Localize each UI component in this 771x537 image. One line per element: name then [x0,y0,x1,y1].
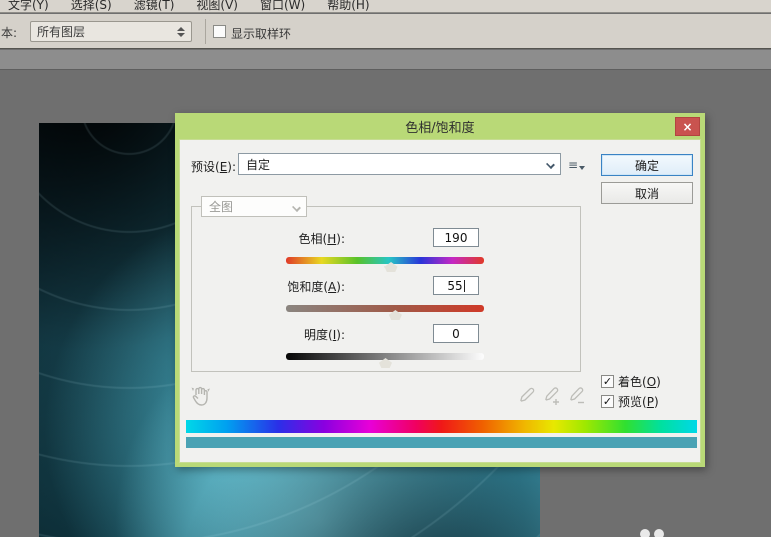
channel-groupbox [191,206,581,372]
dot-icon [640,529,650,537]
preset-value: 自定 [246,156,270,173]
menu-item-filter[interactable]: 滤镜(T) [134,0,175,13]
sampling-ring-label: 显示取样环 [231,25,291,42]
menu-item-help[interactable]: 帮助(H) [327,0,369,13]
preview-label: 预览(P) [618,393,659,410]
saturation-slider[interactable] [286,305,484,312]
menu-item-type[interactable]: 文字(Y) [8,0,49,13]
hue-slider[interactable] [286,257,484,264]
preset-list-icon: ≡ [568,158,578,172]
preset-dropdown[interactable]: 自定 [238,153,561,175]
hue-value-input[interactable]: 190 [433,228,479,247]
menu-bar: 文字(Y) 选择(S) 滤镜(T) 视图(V) 窗口(W) 帮助(H) [0,0,771,13]
lightness-label: 明度(I): [275,326,345,343]
menu-item-select[interactable]: 选择(S) [71,0,112,13]
close-icon: × [682,120,692,134]
channel-value: 全图 [209,198,233,215]
colorize-checkbox[interactable]: ✓ [601,375,614,388]
saturation-value-input[interactable]: 55 [433,276,479,295]
preview-row: ✓ 预览(P) [601,393,659,410]
lightness-slider-thumb[interactable] [379,358,392,368]
chevron-down-icon [546,160,555,169]
ok-button[interactable]: 确定 [601,154,693,176]
menu-item-view[interactable]: 视图(V) [196,0,238,13]
close-button[interactable]: × [675,117,700,136]
eyedropper-plus-icon [541,387,561,406]
saturation-label: 饱和度(A): [260,278,345,295]
dots-indicator [640,529,664,537]
sample-layers-dropdown[interactable]: 所有图层 [30,21,192,42]
toolbar-divider [205,19,206,44]
sampling-ring-checkbox[interactable] [213,25,226,38]
preview-checkbox[interactable]: ✓ [601,395,614,408]
dialog-titlebar[interactable]: 色相/饱和度 [175,113,705,139]
chevron-down-icon [292,203,301,212]
result-color-bar [186,437,697,448]
source-spectrum-bar [186,420,697,433]
hue-slider-thumb[interactable] [385,262,398,272]
sample-label: 本: [1,24,17,41]
eyedropper-minus-icon [566,387,586,406]
hue-saturation-dialog: 色相/饱和度 × 预设(E): 自定 ≡ 确定 取消 全图 色相(H): 190 [175,113,705,467]
channel-dropdown[interactable]: 全图 [201,196,307,217]
colorize-label: 着色(O) [618,373,661,390]
preset-label: 预设(E): [191,158,236,175]
text-caret [464,280,465,292]
saturation-slider-thumb[interactable] [389,310,402,320]
lightness-slider[interactable] [286,353,484,360]
lightness-value-input[interactable]: 0 [433,324,479,343]
document-tab-strip [0,50,771,70]
dot-icon [654,529,664,537]
colorize-row: ✓ 着色(O) [601,373,661,390]
spinner-arrows-icon [177,27,185,37]
menu-item-window[interactable]: 窗口(W) [260,0,305,13]
options-bar: 本: 所有图层 显示取样环 [0,14,771,49]
dialog-body: 预设(E): 自定 ≡ 确定 取消 全图 色相(H): 190 饱和度(A): [179,139,701,463]
hue-label: 色相(H): [275,230,345,247]
cancel-button[interactable]: 取消 [601,182,693,204]
dialog-title: 色相/饱和度 [405,117,474,136]
targeted-adjustment-hand-icon[interactable] [189,385,213,407]
eyedropper-icon [516,387,536,406]
sample-layers-value: 所有图层 [37,23,85,40]
preset-options-button[interactable]: ≡ [566,156,587,174]
